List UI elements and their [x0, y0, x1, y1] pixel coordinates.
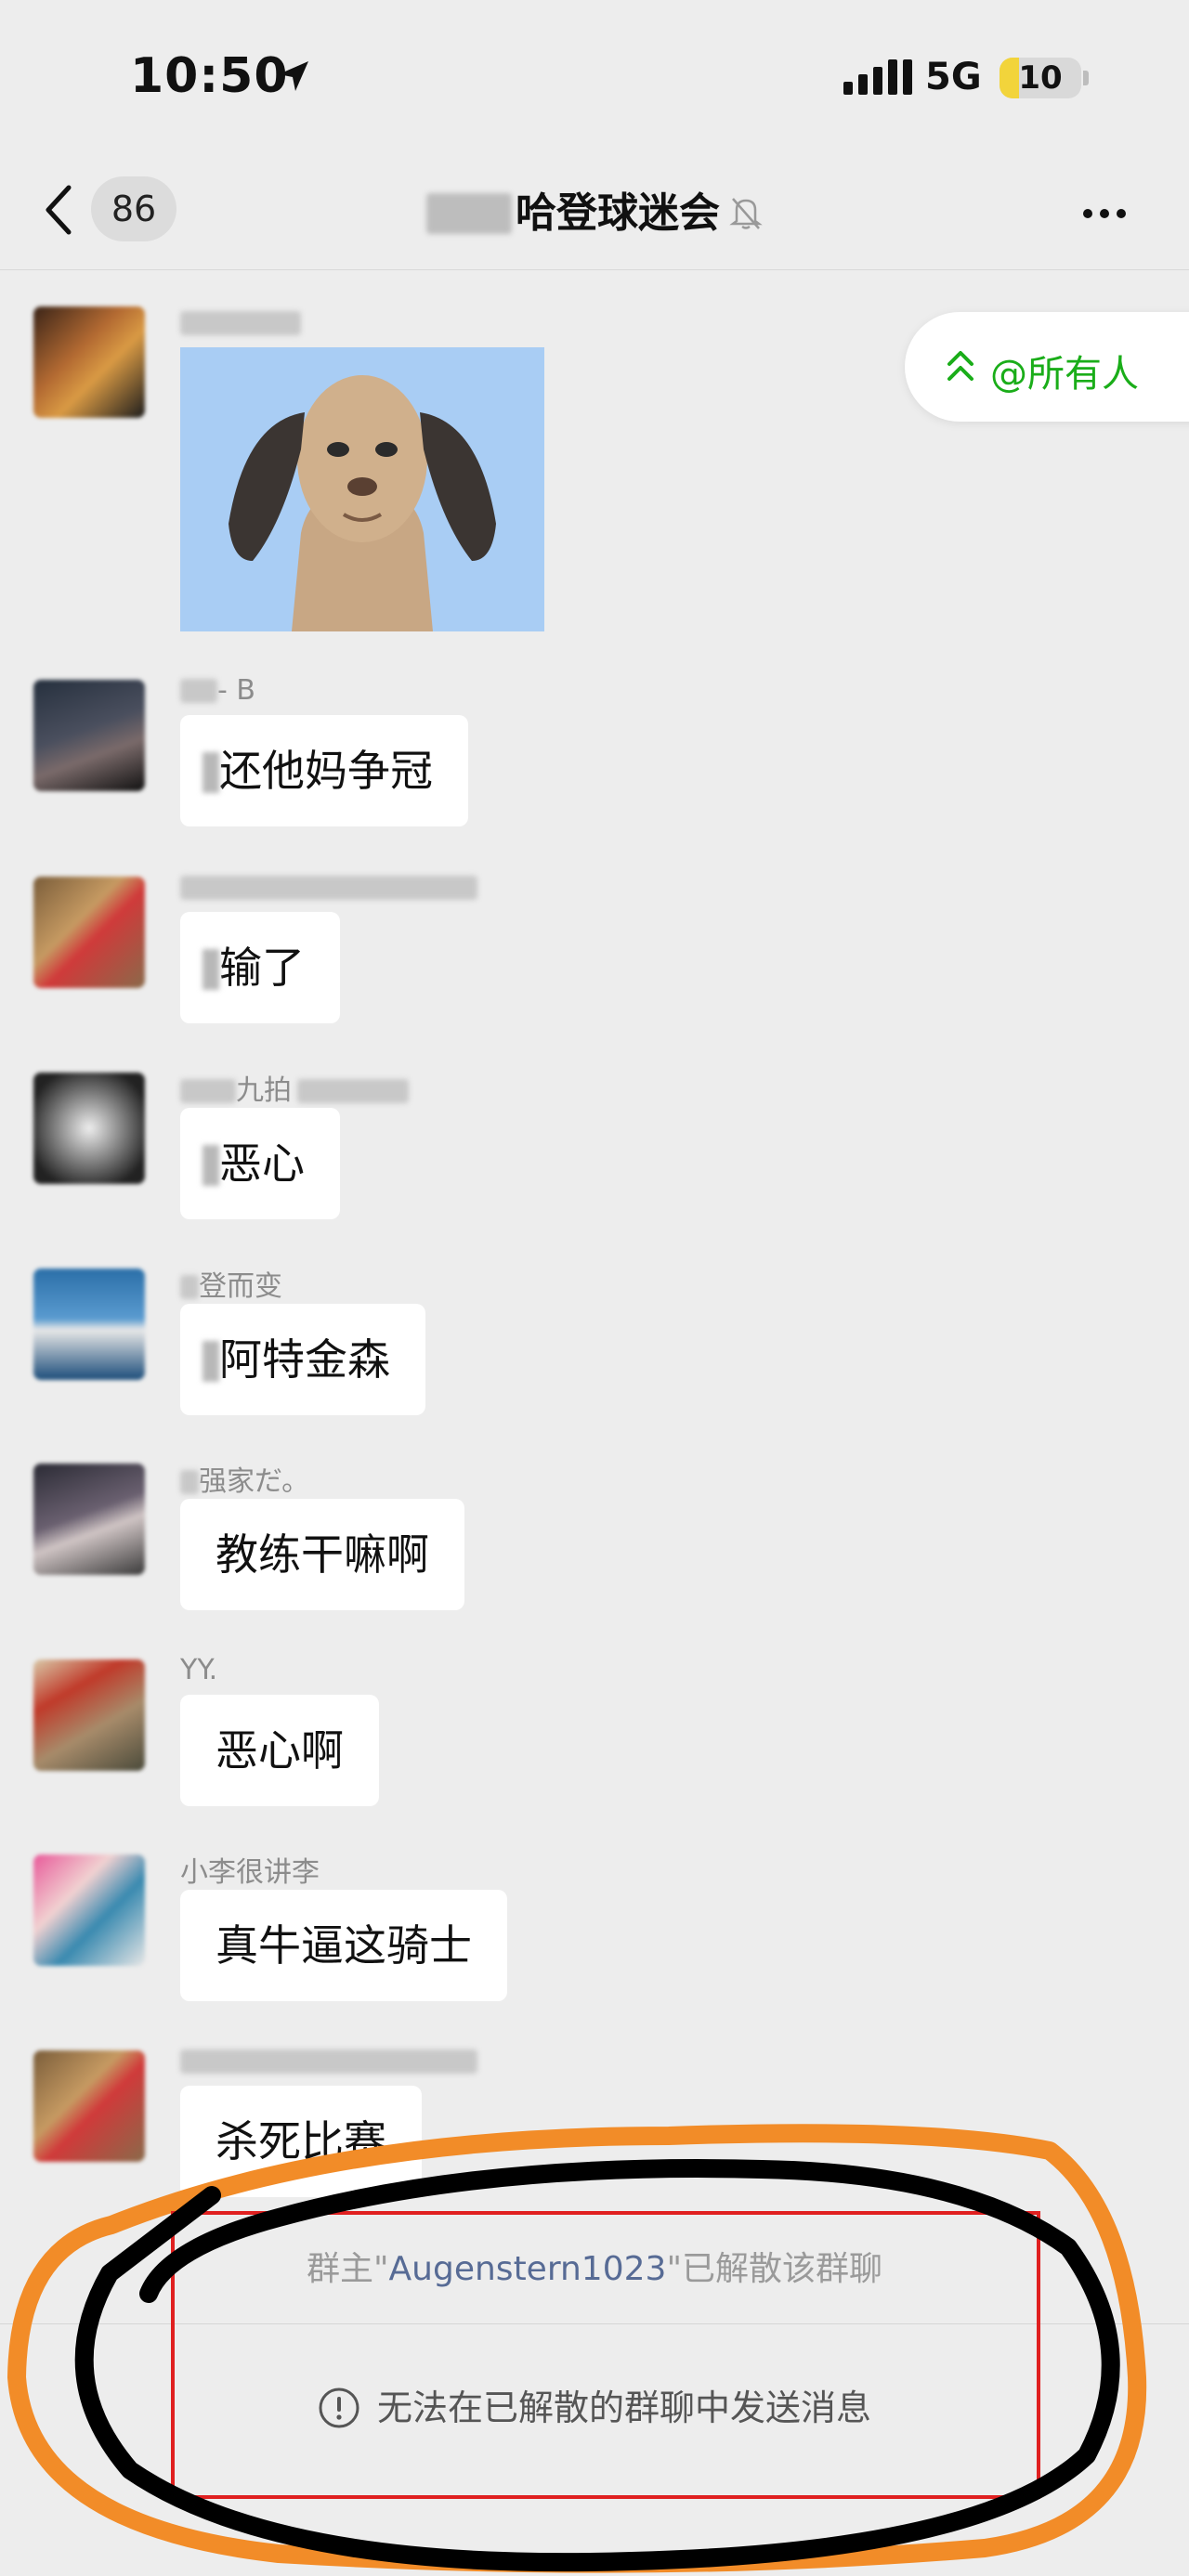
- battery-tip: [1083, 71, 1089, 85]
- message-bubble[interactable]: 真牛逼这骑士: [180, 1890, 507, 2001]
- avatar[interactable]: [33, 1073, 145, 1184]
- chat-title-text: 哈登球迷会: [516, 189, 720, 237]
- sender-name: [180, 2045, 477, 2077]
- black-scribble-circle: [74, 2159, 1120, 2572]
- status-bar: 10:50 5G 10: [0, 0, 1189, 158]
- dog-sticker-icon: [180, 347, 544, 631]
- sender-name: 登而变: [180, 1263, 282, 1304]
- location-arrow-icon: [279, 61, 308, 91]
- redacted-text: [426, 193, 512, 234]
- sender-name: [180, 306, 301, 339]
- sender-name: 小李很讲李: [180, 1856, 320, 1889]
- divider: [0, 2323, 1189, 2324]
- warning-circle-icon: [319, 2387, 359, 2428]
- cannot-send-notice: 无法在已解散的群聊中发送消息: [0, 2379, 1189, 2430]
- message-bubble[interactable]: 还他妈争冠: [180, 715, 468, 826]
- mention-all-button[interactable]: @所有人: [905, 312, 1189, 422]
- mute-bell-icon: [729, 198, 763, 229]
- avatar[interactable]: [33, 877, 145, 988]
- message-bubble[interactable]: 输了: [180, 912, 340, 1023]
- network-type: 5G: [925, 56, 982, 98]
- avatar[interactable]: [33, 680, 145, 791]
- avatar[interactable]: [33, 1854, 145, 1966]
- avatar[interactable]: [33, 1268, 145, 1380]
- mention-all-label: @所有人: [990, 353, 1139, 396]
- avatar[interactable]: [33, 1659, 145, 1771]
- message-bubble[interactable]: 恶心啊: [180, 1695, 379, 1806]
- sender-name: 强家だ。: [180, 1458, 309, 1499]
- more-icon[interactable]: [1083, 204, 1133, 222]
- message-bubble[interactable]: 阿特金森: [180, 1304, 425, 1415]
- avatar[interactable]: [33, 1464, 145, 1575]
- sender-name: YY.: [180, 1654, 218, 1686]
- battery-level: 10: [1018, 59, 1063, 97]
- group-owner-name[interactable]: Augenstern1023: [389, 2250, 667, 2288]
- group-dissolved-notice: 群主"Augenstern1023"已解散该群聊: [306, 2250, 882, 2288]
- sender-name: 九拍: [180, 1067, 409, 1108]
- message-bubble[interactable]: 教练干嘛啊: [180, 1499, 464, 1610]
- avatar[interactable]: [33, 2050, 145, 2162]
- signal-icon: [843, 58, 912, 95]
- battery-icon: 10: [1000, 58, 1081, 98]
- double-chevron-up-icon: [947, 351, 973, 381]
- status-time: 10:50: [130, 48, 289, 104]
- sticker-image[interactable]: [180, 347, 544, 631]
- sender-name: [180, 871, 477, 904]
- avatar[interactable]: [33, 306, 145, 418]
- chat-title[interactable]: 哈登球迷会: [0, 179, 1189, 239]
- message-bubble[interactable]: 恶心: [180, 1108, 340, 1219]
- sender-name: - B: [180, 674, 255, 707]
- message-bubble[interactable]: 杀死比赛: [180, 2086, 422, 2197]
- orange-highlight-circle: [7, 2124, 1147, 2573]
